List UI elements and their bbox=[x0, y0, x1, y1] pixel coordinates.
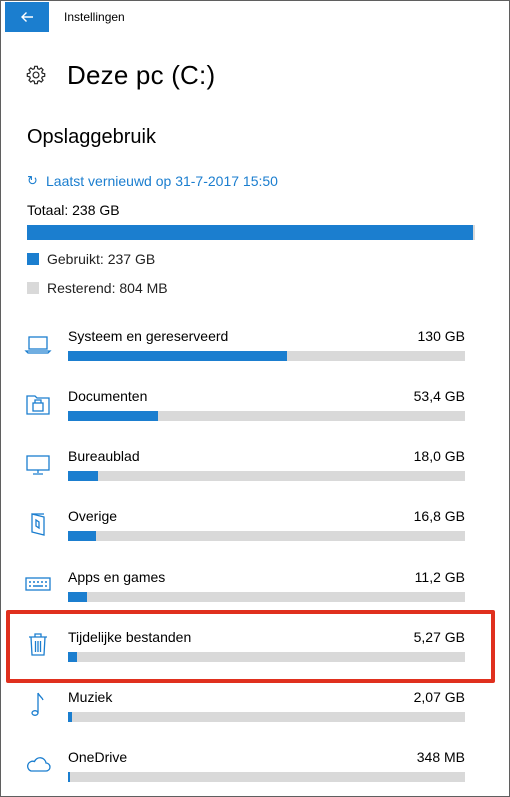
trash-icon bbox=[29, 633, 47, 656]
music-note-icon bbox=[31, 692, 44, 716]
category-size: 16,8 GB bbox=[413, 508, 465, 524]
category-temporary-files[interactable]: Tijdelijke bestanden 5,27 GB bbox=[1, 629, 509, 689]
category-size: 348 MB bbox=[416, 749, 465, 765]
settings-window: Instellingen Deze pc (C:) Opslaggebruik … bbox=[0, 0, 510, 797]
category-name: Overige bbox=[68, 508, 118, 524]
category-name: Systeem en gereserveerd bbox=[68, 328, 229, 344]
legend-free-label: Resterend: 804 MB bbox=[47, 280, 168, 296]
page-title: Deze pc (C:) bbox=[67, 59, 216, 90]
keyboard-icon bbox=[25, 577, 51, 591]
category-size: 53,4 GB bbox=[413, 388, 465, 404]
category-size: 5,27 GB bbox=[413, 629, 465, 645]
gear-icon bbox=[26, 65, 46, 85]
category-usage-bar bbox=[68, 592, 465, 602]
total-usage-fill bbox=[27, 225, 474, 240]
category-system[interactable]: Systeem en gereserveerd 130 GB bbox=[1, 328, 509, 388]
category-documents[interactable]: Documenten 53,4 GB bbox=[1, 388, 509, 448]
storage-section-title: Opslaggebruik bbox=[27, 126, 156, 148]
category-size: 130 GB bbox=[417, 328, 465, 344]
category-usage-bar bbox=[68, 712, 465, 722]
total-usage-bar bbox=[27, 225, 475, 240]
category-usage-fill bbox=[68, 592, 87, 602]
category-size: 11,2 GB bbox=[414, 569, 465, 585]
refresh-text: Laatst vernieuwd op 31-7-2017 15:50 bbox=[46, 173, 278, 189]
refresh-icon: ↻ bbox=[27, 173, 38, 188]
category-usage-bar bbox=[68, 471, 465, 481]
total-storage: Totaal: 238 GB bbox=[27, 202, 120, 218]
category-usage-bar bbox=[68, 351, 465, 361]
category-usage-fill bbox=[68, 411, 158, 421]
category-name: Apps en games bbox=[68, 569, 166, 585]
used-swatch bbox=[27, 253, 39, 265]
category-apps[interactable]: Apps en games 11,2 GB bbox=[1, 569, 509, 629]
category-other[interactable]: Overige 16,8 GB bbox=[1, 508, 509, 568]
legend-used-label: Gebruikt: 237 GB bbox=[47, 251, 156, 267]
category-name: Muziek bbox=[68, 689, 113, 705]
category-usage-fill bbox=[68, 712, 72, 722]
category-usage-fill bbox=[68, 531, 97, 541]
category-name: OneDrive bbox=[68, 749, 128, 765]
category-usage-bar bbox=[68, 531, 465, 541]
page-header: Deze pc (C:) bbox=[25, 58, 215, 92]
category-name: Documenten bbox=[68, 388, 148, 404]
category-size: 18,0 GB bbox=[413, 448, 465, 464]
category-name: Bureaublad bbox=[68, 448, 140, 464]
category-usage-bar bbox=[68, 772, 465, 782]
back-button[interactable] bbox=[5, 2, 49, 32]
category-usage-bar bbox=[68, 411, 465, 421]
title-bar: Instellingen bbox=[1, 1, 509, 33]
refresh-link[interactable]: ↻ Laatst vernieuwd op 31-7-2017 15:50 bbox=[27, 173, 278, 189]
category-size: 2,07 GB bbox=[413, 689, 465, 705]
legend-used: Gebruikt: 237 GB bbox=[27, 251, 155, 267]
window-title: Instellingen bbox=[64, 10, 125, 24]
category-usage-fill bbox=[68, 652, 77, 662]
category-usage-fill bbox=[68, 772, 70, 782]
laptop-icon bbox=[24, 336, 52, 354]
category-music[interactable]: Muziek 2,07 GB bbox=[1, 689, 509, 749]
cloud-icon bbox=[27, 757, 51, 772]
category-usage-bar bbox=[68, 652, 465, 662]
other-folder-icon bbox=[31, 513, 45, 536]
category-desktop[interactable]: Bureaublad 18,0 GB bbox=[1, 448, 509, 508]
monitor-icon bbox=[26, 455, 50, 475]
category-onedrive[interactable]: OneDrive 348 MB bbox=[1, 749, 509, 796]
back-arrow-icon bbox=[21, 12, 33, 22]
category-usage-fill bbox=[68, 351, 287, 361]
documents-folder-icon bbox=[26, 395, 50, 415]
legend-free: Resterend: 804 MB bbox=[27, 280, 168, 296]
free-swatch bbox=[27, 282, 39, 294]
category-usage-fill bbox=[68, 471, 99, 481]
category-name: Tijdelijke bestanden bbox=[68, 629, 192, 645]
